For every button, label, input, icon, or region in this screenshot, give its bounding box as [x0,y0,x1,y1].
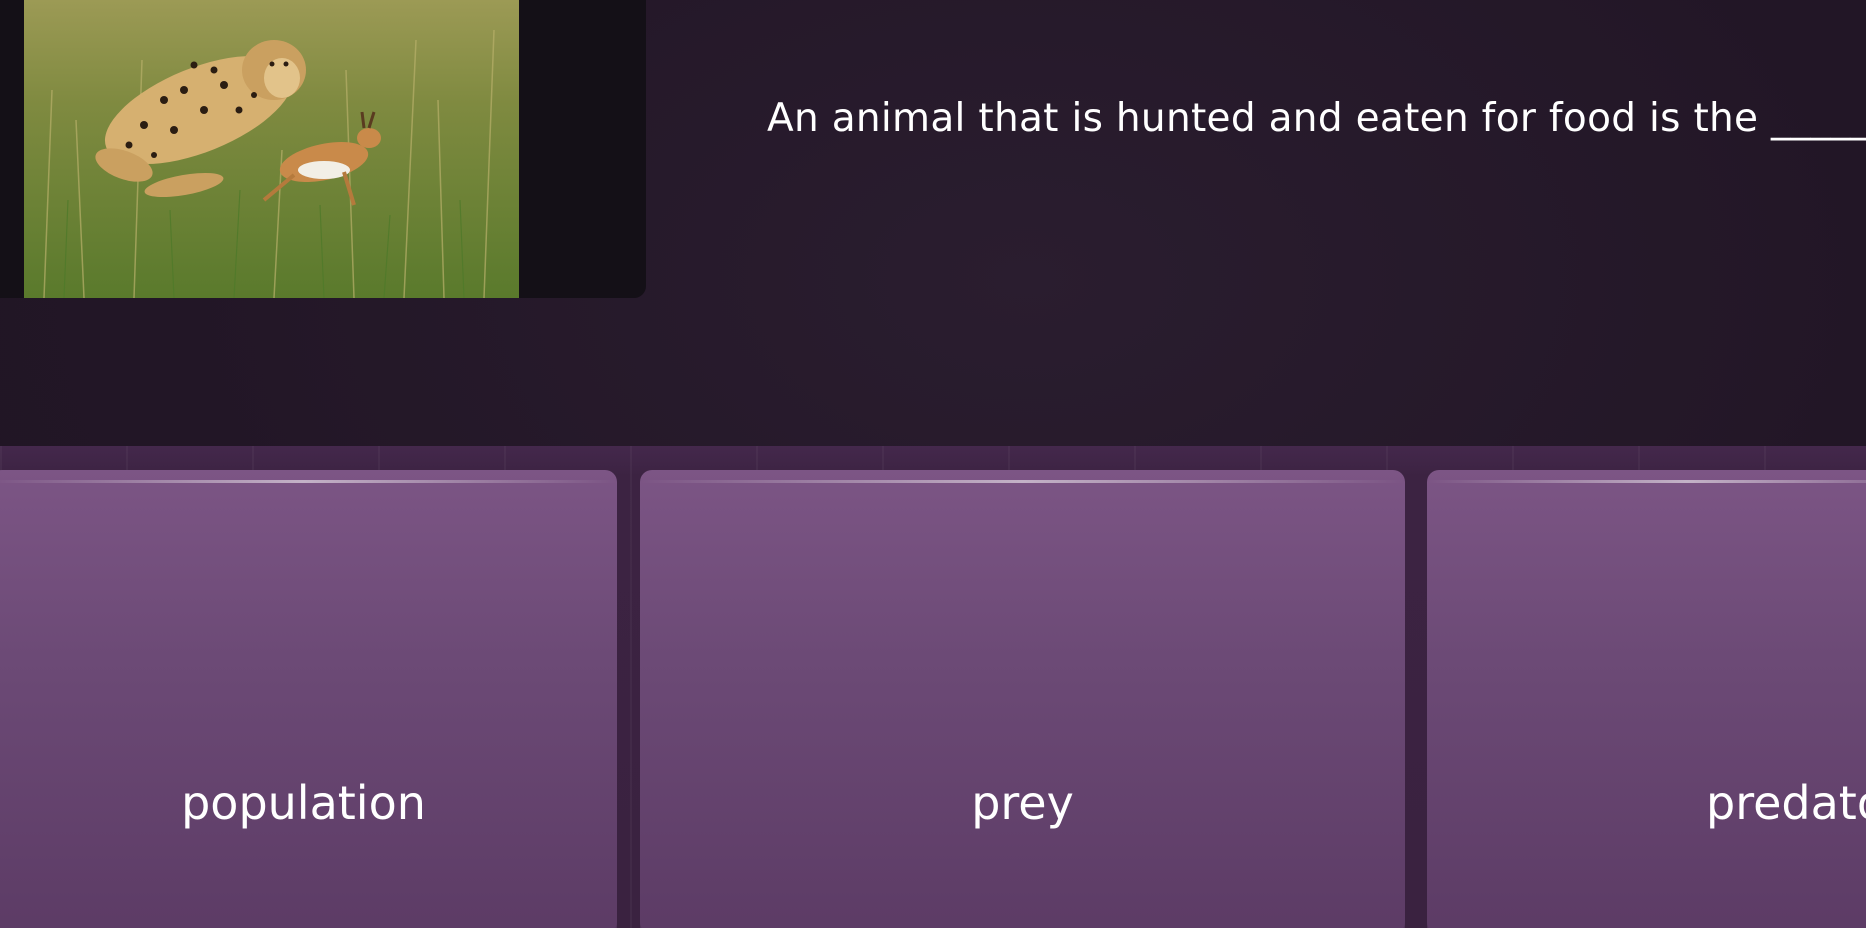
answer-options: population prey predator [0,446,1866,928]
cheetah-chasing-gazelle-photo[interactable] [24,0,519,298]
option-card-predator[interactable]: predator [1427,470,1866,928]
option-card-prey[interactable]: prey [640,470,1405,928]
option-card-population[interactable]: population [0,470,617,928]
question-media-panel [0,0,646,298]
question-text: An animal that is hunted and eaten for f… [767,96,1866,141]
question-area: An animal that is hunted and eaten for f… [0,0,1866,446]
option-label: prey [971,776,1074,830]
quiz-screen: An animal that is hunted and eaten for f… [0,0,1866,928]
option-label: predator [1706,776,1866,830]
option-label: population [181,776,426,830]
